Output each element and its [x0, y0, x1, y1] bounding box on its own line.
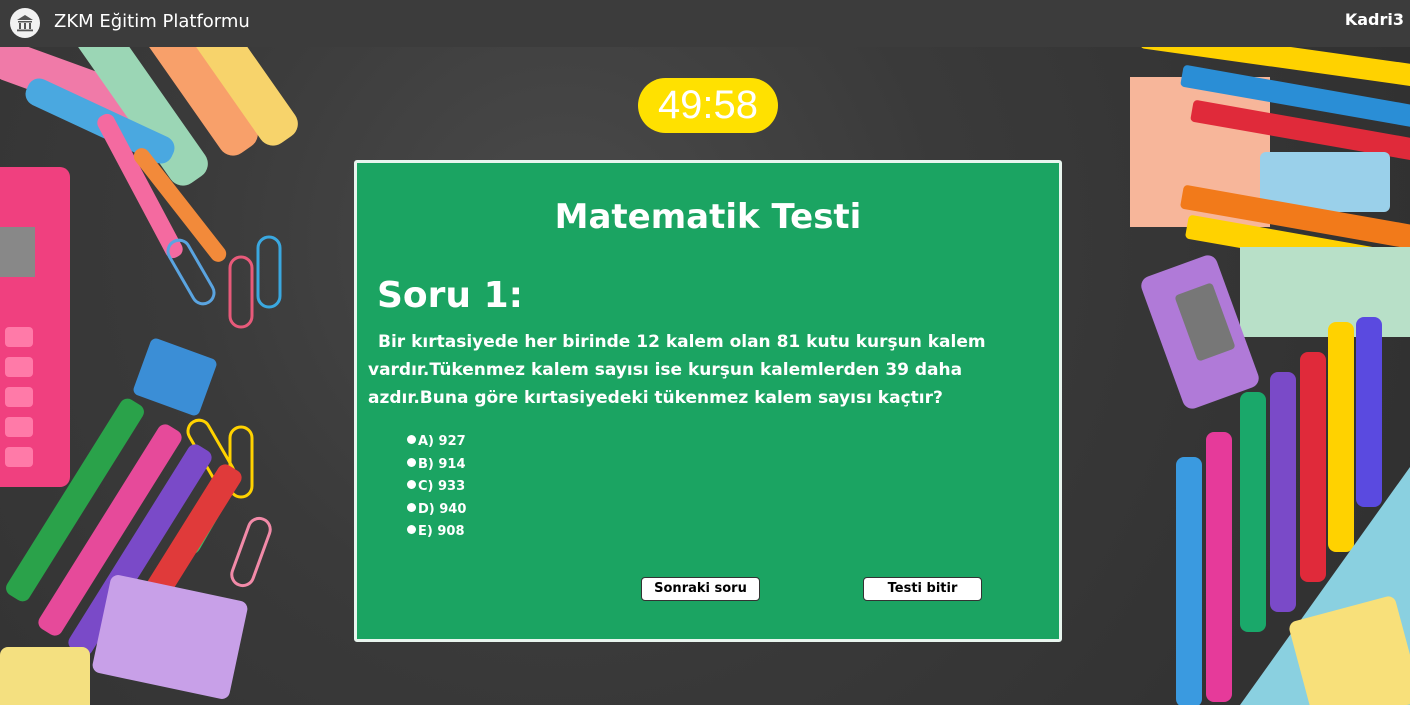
radio-bullet-icon[interactable] — [407, 480, 416, 489]
quiz-card: Matematik Testi Soru 1: Bir kırtasiyede … — [354, 160, 1062, 642]
next-question-button[interactable]: Sonraki soru — [641, 577, 760, 601]
answer-option-e[interactable]: E) 908 — [407, 521, 466, 544]
radio-bullet-icon[interactable] — [407, 457, 416, 467]
top-navbar: ZKM Eğitim Platformu Kadri3 — [0, 0, 1410, 47]
radio-bullet-icon[interactable] — [407, 435, 416, 444]
countdown-timer: 49:58 — [638, 78, 778, 133]
answer-option-a[interactable]: A) 927 — [407, 431, 466, 454]
answer-option-label: A) 927 — [418, 434, 466, 449]
question-number: Soru 1: — [377, 275, 524, 316]
answer-options: A) 927 B) 914 C) 933 D) 940 E) 908 — [407, 431, 466, 544]
answer-option-label: D) 940 — [418, 501, 467, 517]
radio-bullet-icon[interactable] — [407, 525, 416, 534]
finish-test-button[interactable]: Testi bitir — [863, 577, 982, 601]
bank-building-icon[interactable] — [10, 8, 40, 38]
question-text: Bir kırtasiyede her birinde 12 kalem ola… — [368, 332, 986, 408]
user-account-link[interactable]: Kadri3 — [1345, 10, 1404, 29]
quiz-title: Matematik Testi — [554, 197, 862, 237]
radio-bullet-icon[interactable] — [407, 502, 416, 512]
answer-option-label: B) 914 — [418, 456, 466, 472]
answer-option-c[interactable]: C) 933 — [407, 476, 466, 499]
answer-option-b[interactable]: B) 914 — [407, 454, 466, 477]
answer-option-label: C) 933 — [418, 479, 466, 494]
answer-option-d[interactable]: D) 940 — [407, 499, 466, 522]
answer-option-label: E) 908 — [418, 524, 465, 539]
platform-brand-link[interactable]: ZKM Eğitim Platformu — [54, 11, 250, 32]
